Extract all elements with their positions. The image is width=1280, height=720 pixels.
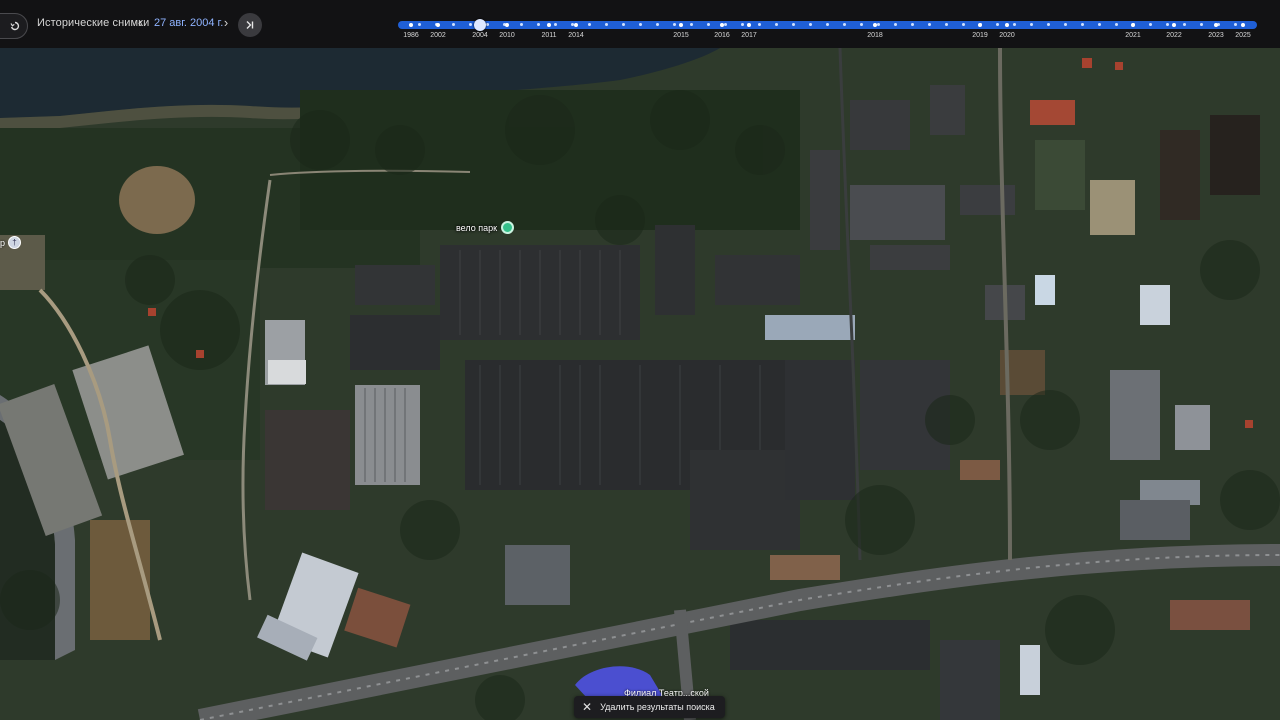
previous-date-button[interactable]: ‹: [132, 14, 148, 32]
timeline-tick: [656, 23, 659, 26]
timeline-year-marker[interactable]: [873, 23, 877, 27]
latest-date-button[interactable]: [238, 13, 262, 37]
timeline-year-label[interactable]: 2025: [1235, 32, 1251, 39]
timeline-year-marker[interactable]: [679, 23, 683, 27]
timeline-tick: [996, 23, 999, 26]
timeline-tick: [1200, 23, 1203, 26]
timeline-year-marker[interactable]: [505, 23, 509, 27]
timeline-year-label[interactable]: 2019: [972, 32, 988, 39]
timeline-tick: [554, 23, 557, 26]
timeline-tick: [826, 23, 829, 26]
timeline-year-marker[interactable]: [747, 23, 751, 27]
park-pin-icon: [501, 221, 515, 234]
timeline-tick: [673, 23, 676, 26]
timeline-tick: [792, 23, 795, 26]
timeline-tick: [452, 23, 455, 26]
chevron-right-icon: ›: [223, 15, 229, 30]
timeline-slider[interactable]: [398, 19, 1257, 31]
poi-velopark[interactable]: вело парк: [456, 221, 515, 234]
timeline-tick: [945, 23, 948, 26]
timeline-tick: [1115, 23, 1118, 26]
timeline-year-marker[interactable]: [1214, 23, 1218, 27]
timeline-tick: [860, 23, 863, 26]
timeline-handle[interactable]: [474, 19, 486, 31]
close-icon: ✕: [582, 700, 593, 714]
timeline-tick: [537, 23, 540, 26]
timeline-tick: [1047, 23, 1050, 26]
timeline-tick: [1183, 23, 1186, 26]
timeline-tick: [639, 23, 642, 26]
current-date: 27 авг. 2004 г.: [154, 17, 224, 29]
timeline-year-label[interactable]: 2010: [499, 32, 515, 39]
place-pin-icon: †: [8, 236, 22, 249]
poi-left-partial-label: р: [0, 237, 6, 248]
timeline-tick: [690, 23, 693, 26]
timeline-tick: [1030, 23, 1033, 26]
timeline-tick: [469, 23, 472, 26]
timeline-tick: [418, 23, 421, 26]
timeline-tick: [1013, 23, 1016, 26]
poi-left-partial[interactable]: р †: [0, 236, 22, 249]
timeline-year-label[interactable]: 2004: [472, 32, 488, 39]
timeline-year-label[interactable]: 2023: [1208, 32, 1224, 39]
timeline-year-label[interactable]: 2022: [1166, 32, 1182, 39]
timeline-year-marker[interactable]: [1172, 23, 1176, 27]
clear-search-results-button[interactable]: ✕ Удалить результаты поиска: [574, 696, 725, 718]
timeline-tick: [741, 23, 744, 26]
timeline-tick: [809, 23, 812, 26]
timeline-tick: [1098, 23, 1101, 26]
poi-velopark-label: вело парк: [456, 222, 498, 233]
timeline-tick: [520, 23, 523, 26]
timeline-year-label[interactable]: 2016: [714, 32, 730, 39]
timeline-tick: [758, 23, 761, 26]
timeline-tick: [1149, 23, 1152, 26]
timeline-year-marker[interactable]: [1131, 23, 1135, 27]
timeline-tick: [928, 23, 931, 26]
skip-to-latest-icon: [246, 21, 254, 29]
timeline-year-marker[interactable]: [436, 23, 440, 27]
timeline-year-marker[interactable]: [1241, 23, 1245, 27]
timeline-year-label[interactable]: 2017: [741, 32, 757, 39]
timeline-year-marker[interactable]: [720, 23, 724, 27]
satellite-map[interactable]: [0, 0, 1280, 720]
undo-button[interactable]: [0, 13, 28, 39]
undo-icon: [10, 21, 20, 31]
timeline-year-marker[interactable]: [547, 23, 551, 27]
timeline-year-label[interactable]: 1986: [403, 32, 419, 39]
timeline-year-label[interactable]: 2018: [867, 32, 883, 39]
timeline-tick: [1234, 23, 1237, 26]
timeline-tick: [894, 23, 897, 26]
timeline-tick: [707, 23, 710, 26]
timeline-year-marker[interactable]: [978, 23, 982, 27]
timeline-tick: [622, 23, 625, 26]
timeline-year-label[interactable]: 2015: [673, 32, 689, 39]
timeline-tick: [588, 23, 591, 26]
timeline-year-marker[interactable]: [574, 23, 578, 27]
timeline-tick: [775, 23, 778, 26]
timeline-year-label[interactable]: 2011: [541, 32, 556, 39]
timeline-year-label[interactable]: 2014: [568, 32, 584, 39]
next-date-button[interactable]: ›: [218, 14, 234, 32]
timeline-tick: [1081, 23, 1084, 26]
history-toolbar: Исторические снимки ‹ 27 авг. 2004 г. › …: [0, 0, 1280, 48]
timeline-year-label[interactable]: 2002: [430, 32, 446, 39]
timeline-tick: [877, 23, 880, 26]
timeline-tick: [843, 23, 846, 26]
timeline-tick: [1166, 23, 1169, 26]
timeline-tick: [1064, 23, 1067, 26]
chevron-left-icon: ‹: [137, 15, 143, 30]
timeline-year-label[interactable]: 2020: [999, 32, 1015, 39]
timeline-year-label[interactable]: 2021: [1125, 32, 1141, 39]
clear-search-label: Удалить результаты поиска: [600, 702, 715, 712]
timeline-tick: [605, 23, 608, 26]
timeline-tick: [962, 23, 965, 26]
timeline-year-marker[interactable]: [409, 23, 413, 27]
timeline-tick: [486, 23, 489, 26]
timeline-tick: [724, 23, 727, 26]
timeline-year-marker[interactable]: [1005, 23, 1009, 27]
timeline-tick: [911, 23, 914, 26]
